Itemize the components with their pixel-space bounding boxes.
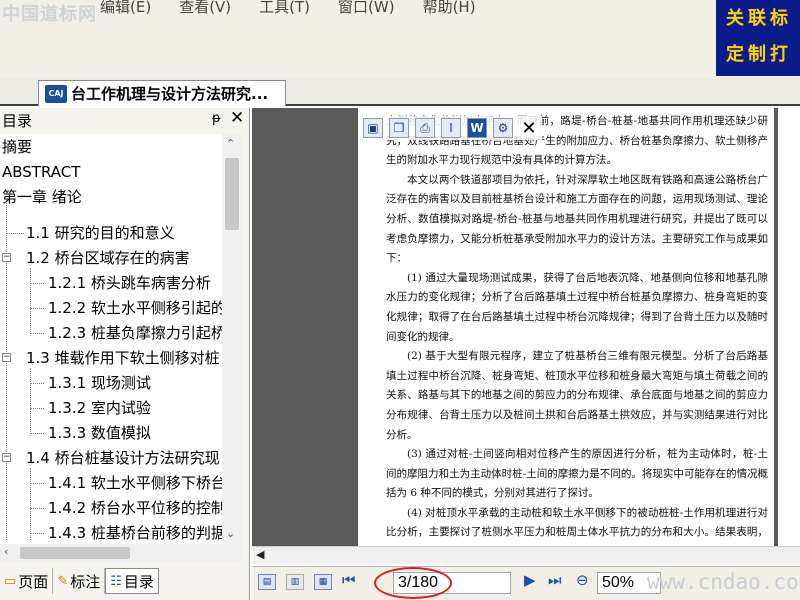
document-view[interactable]: 土侧移产生的附加水平力，而目前，路堤-桥台-桩基-地基共同作用机理还缺少研究，双…: [252, 108, 800, 546]
two-page-view-icon[interactable]: ▦: [314, 574, 332, 590]
continuous-view-icon[interactable]: ▥: [286, 574, 304, 590]
document-page[interactable]: 土侧移产生的附加水平力，而目前，路堤-桥台-桩基-地基共同作用机理还缺少研究，双…: [358, 108, 774, 546]
floating-toolbar: ▣ ❐ ⎙ Ⅰ W ⚙ ✕: [360, 116, 542, 140]
ad-line-2: 定制打: [726, 44, 792, 65]
tree-guide-line: [6, 200, 7, 540]
copy-icon[interactable]: ❐: [389, 118, 409, 138]
outline-item[interactable]: 1.3.1 现场测试: [48, 372, 151, 394]
outline-item[interactable]: 1.4.1 软土水平侧移下桥台: [48, 472, 222, 494]
document-vertical-scrollbar[interactable]: [778, 108, 800, 546]
outline-item[interactable]: 1.2.3 桩基负摩擦力引起桥: [48, 322, 222, 344]
menu-help[interactable]: 帮助(H): [423, 0, 476, 16]
tools-icon[interactable]: ⚙: [493, 118, 513, 138]
first-page-icon[interactable]: ⏮: [342, 571, 356, 589]
outline-item[interactable]: 1.4.2 桥台水平位移的控制: [48, 497, 222, 519]
outline-item[interactable]: 1.2.1 桥头跳车病害分析: [48, 272, 211, 294]
navigation-bar: ▤ ▥ ▦ ⏮ 3/180 ▶ ⏭ ⊖ 50% www.cndao.com: [252, 566, 800, 600]
menu-bar: 编辑(E) 查看(V) 工具(T) 窗口(W) 帮助(H): [100, 0, 476, 16]
paragraph: 本文以两个铁道部项目为依托，针对深厚软土地区既有铁路和高速公路桥台广泛存在的病害…: [386, 173, 768, 265]
next-page-icon[interactable]: ▶: [524, 571, 536, 589]
tree-guide-line: [6, 233, 24, 234]
site-watermark: www.cndao.com: [647, 570, 800, 594]
title-menu-area: 中国道标网 编辑(E) 查看(V) 工具(T) 窗口(W) 帮助(H) 关联标 …: [0, 0, 800, 78]
outline-item[interactable]: 1.4.3 桩基桥台前移的判据: [48, 522, 222, 544]
outline-item[interactable]: 1.2.2 软土水平侧移引起的: [48, 297, 222, 319]
outline-item[interactable]: ABSTRACT: [2, 161, 80, 183]
scroll-thumb[interactable]: [20, 547, 130, 559]
expand-toggle[interactable]: −: [2, 253, 11, 262]
outline-item[interactable]: 1.4 桥台桩基设计方法研究现: [26, 447, 220, 469]
outline-horizontal-scrollbar[interactable]: ‹: [0, 544, 242, 562]
text-select-icon[interactable]: Ⅰ: [441, 118, 461, 138]
outline-item[interactable]: 1.3.2 室内试验: [48, 397, 151, 419]
tab-annotations[interactable]: ✎ 标注: [53, 568, 106, 594]
print-icon[interactable]: ⎙: [415, 118, 435, 138]
document-tab[interactable]: CAJ 台工作机理与设计方法研究...: [38, 80, 286, 106]
single-page-view-icon[interactable]: ▤: [258, 574, 276, 590]
document-horizontal-scrollbar[interactable]: ◀: [252, 546, 800, 564]
expand-toggle[interactable]: −: [2, 453, 11, 462]
tree-guide-line: [30, 533, 44, 534]
menu-edit[interactable]: 编辑(E): [100, 0, 151, 16]
menu-view[interactable]: 查看(V): [179, 0, 231, 16]
pencil-icon: ✎: [57, 573, 69, 589]
tab-outline[interactable]: ☷ 目录: [105, 568, 159, 594]
outline-panel-title: 目录: [2, 111, 33, 130]
zoom-out-icon[interactable]: ⊖: [576, 571, 589, 589]
save-icon[interactable]: ▣: [363, 118, 383, 138]
tree-guide-line: [30, 433, 44, 434]
panel-tab-bar: ▭ 页面 ✎ 标注 ☷ 目录: [0, 566, 250, 596]
outline-item[interactable]: 1.3.3 数值模拟: [48, 422, 151, 444]
list-icon: ☷: [110, 573, 122, 589]
paragraph: (1) 通过大量现场测试成果，获得了台后地表沉降、地基侧向位移和地基孔隙水压力的…: [386, 271, 768, 343]
tree-guide-line: [30, 308, 44, 309]
tree-guide-line: [30, 468, 31, 540]
tree-guide-line: [30, 483, 44, 484]
menu-window[interactable]: 窗口(W): [338, 0, 395, 16]
tab-annotations-label: 标注: [70, 572, 101, 591]
paragraph: (2) 基于大型有限元程序，建立了桩基桥台三维有限元模型。分析了台后路基填土过程…: [386, 350, 768, 441]
scroll-down-icon[interactable]: ⌄: [226, 527, 235, 540]
menu-tools[interactable]: 工具(T): [259, 0, 310, 16]
scroll-left-icon[interactable]: ◀: [256, 548, 264, 561]
paragraph: (4) 对桩顶水平承载的主动桩和软土水平侧移下的被动桩桩-土作用机理进行对比分析…: [386, 506, 768, 539]
outline-tree: − − − 摘要 ABSTRACT 第一章 绪论 1.1 研究的目的和意义 1.…: [0, 134, 222, 544]
tree-guide-line: [30, 268, 31, 336]
scroll-thumb[interactable]: [225, 158, 239, 230]
ad-line-1: 关联标: [726, 8, 792, 29]
tab-pages[interactable]: ▭ 页面: [0, 568, 54, 594]
watermark-logo: 中国道标网: [2, 4, 97, 25]
outline-item[interactable]: 1.2 桥台区域存在的病害: [26, 247, 190, 269]
document-tab-title: 台工作机理与设计方法研究...: [71, 85, 269, 103]
outline-panel-header: 目录 ᵽ ✕: [0, 108, 250, 132]
last-page-icon[interactable]: ⏭: [548, 571, 562, 589]
tree-guide-line: [30, 283, 44, 284]
outline-panel: 目录 ᵽ ✕ − − − 摘要 ABSTRACT 第一章 绪论 1.1 研究的目…: [0, 108, 250, 600]
close-icon[interactable]: ✕: [230, 108, 244, 128]
document-tab-bar: CAJ 台工作机理与设计方法研究...: [0, 78, 800, 106]
caj-file-icon: CAJ: [45, 84, 67, 103]
tree-guide-line: [30, 333, 44, 334]
outline-item[interactable]: 1.3 堆载作用下软土侧移对桩: [26, 347, 220, 369]
tree-guide-line: [30, 408, 44, 409]
close-toolbar-icon[interactable]: ✕: [519, 118, 539, 139]
scroll-up-icon[interactable]: ⌃: [226, 137, 235, 150]
ad-banner[interactable]: 关联标 定制打: [716, 0, 800, 76]
page-icon: ▭: [4, 573, 17, 589]
expand-toggle[interactable]: −: [2, 353, 11, 362]
paragraph: (3) 通过对桩-土间竖向相对位移产生的原因进行分析，桩为主动体时，桩-土间的摩…: [386, 448, 768, 500]
tree-guide-line: [30, 508, 44, 509]
outline-vertical-scrollbar[interactable]: ⌃ ⌄: [222, 134, 242, 544]
scroll-left-icon[interactable]: ‹: [4, 545, 8, 558]
tab-outline-label: 目录: [123, 572, 154, 591]
tree-guide-line: [30, 383, 44, 384]
outline-item[interactable]: 摘要: [2, 136, 32, 158]
outline-item[interactable]: 第一章 绪论: [2, 186, 82, 208]
highlight-circle-annotation: [374, 567, 452, 599]
word-export-icon[interactable]: W: [467, 118, 487, 138]
pin-icon[interactable]: ᵽ: [212, 111, 221, 126]
outline-item[interactable]: 1.1 研究的目的和意义: [26, 222, 175, 244]
tab-pages-label: 页面: [18, 572, 49, 591]
tree-guide-line: [30, 368, 31, 436]
